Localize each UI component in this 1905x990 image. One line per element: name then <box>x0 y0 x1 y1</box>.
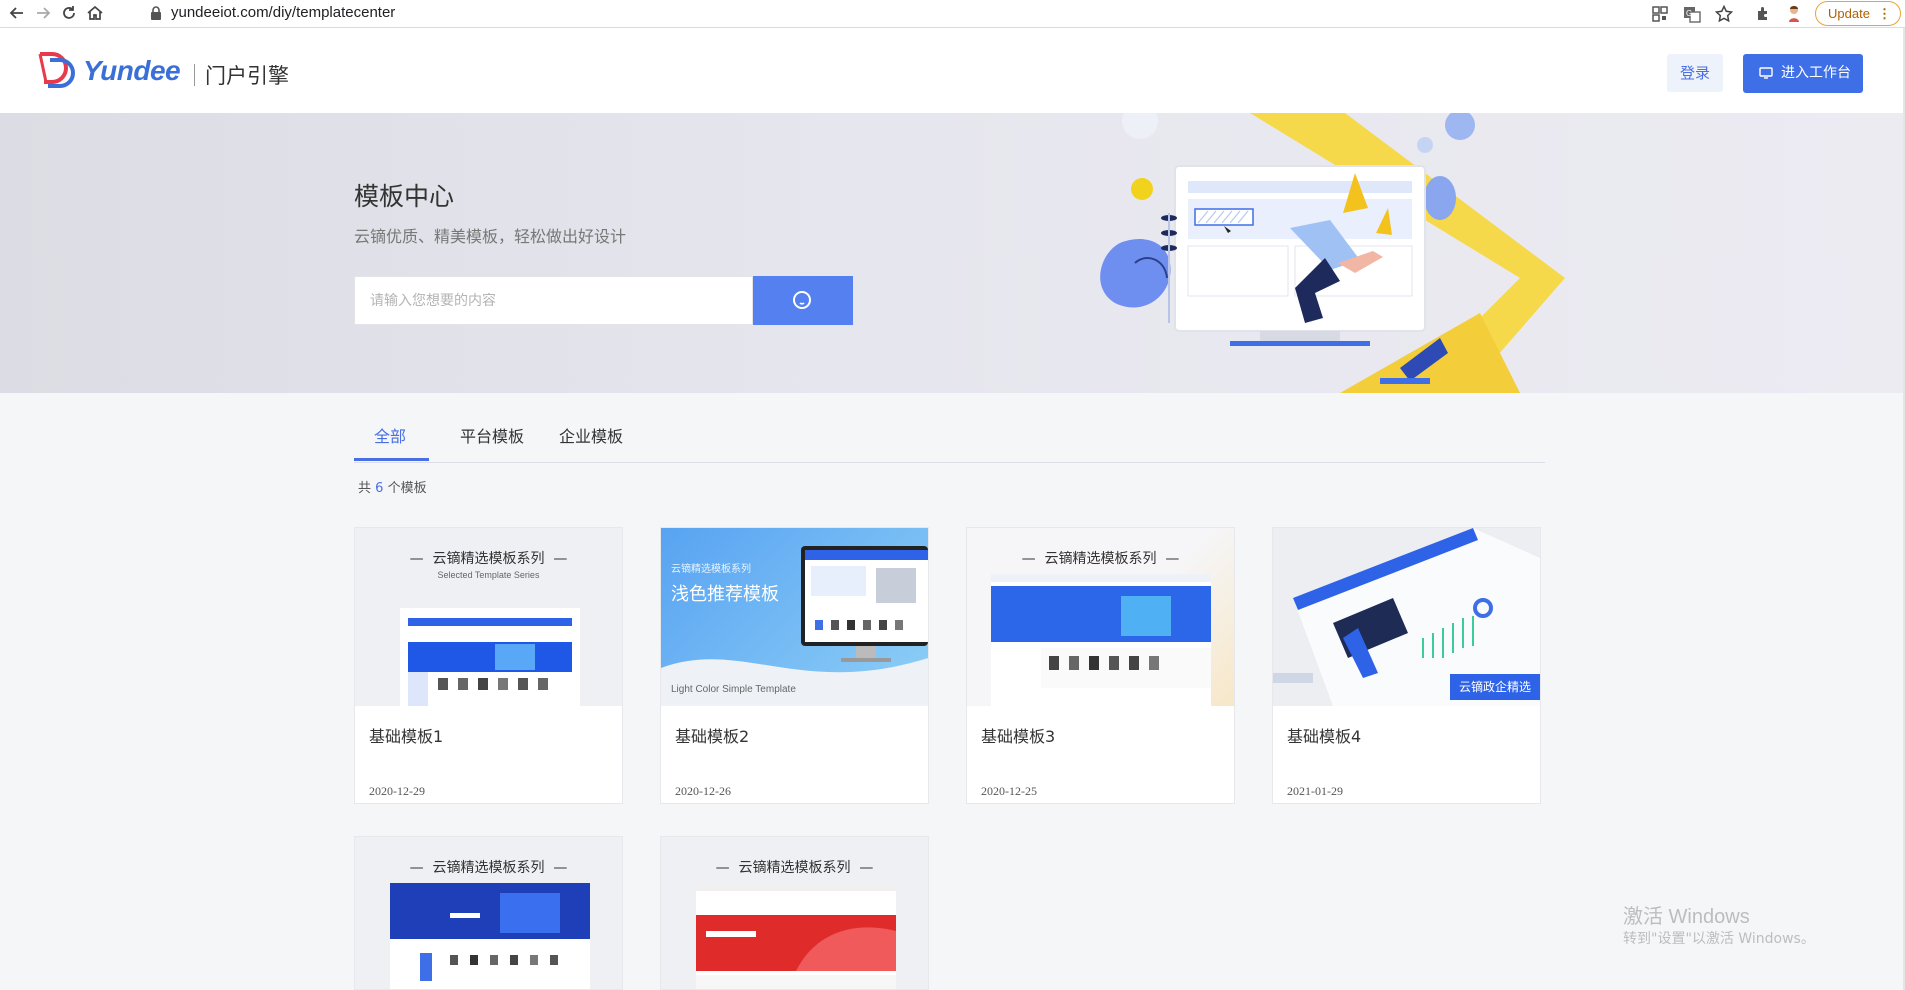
corner-label: 云镝政企精选 <box>1450 674 1540 700</box>
template-name[interactable]: 基础模板2 <box>675 723 749 747</box>
template-count: 共 6 个模板 <box>358 477 427 496</box>
enter-workbench-button[interactable]: 进入工作台 <box>1743 54 1863 93</box>
template-date: 2021-01-29 <box>1287 784 1343 798</box>
search-button[interactable] <box>753 276 853 325</box>
hero-banner: 模板中心 云镝优质、精美模板，轻松做出好设计 <box>0 113 1905 393</box>
page-title: 模板中心 <box>354 182 455 211</box>
browser-toolbar: yundeeiot.com/diy/templatecenter G Updat… <box>0 0 1905 28</box>
template-card[interactable]: 云镝精选模板系列 浅色推荐模板 Light Color Simple Templ… <box>660 527 929 804</box>
count-prefix: 共 <box>358 481 372 496</box>
page-subtitle: 云镝优质、精美模板，轻松做出好设计 <box>354 227 627 246</box>
series-title: — 云镝精选模板系列 — <box>1021 551 1180 567</box>
logo-subtitle: 门户引擎 <box>205 64 289 88</box>
count-number: 6 <box>375 481 384 496</box>
template-name[interactable]: 基础模板4 <box>1287 723 1361 747</box>
yundee-logo-icon <box>38 52 75 88</box>
mockup-preview <box>696 883 896 989</box>
logo-divider <box>194 64 195 86</box>
monitor-icon <box>1759 67 1773 79</box>
template-name[interactable]: 基础模板3 <box>981 723 1055 747</box>
mockup-preview <box>991 574 1211 706</box>
address-bar[interactable]: yundeeiot.com/diy/templatecenter <box>171 4 395 21</box>
svg-text:G: G <box>1686 9 1692 18</box>
logo-text[interactable]: Yundee <box>83 55 181 87</box>
template-thumbnail[interactable]: — 云镝精选模板系列 — Selected Template Series <box>355 528 622 706</box>
site-header: Yundee 门户引擎 登录 进入工作台 <box>0 28 1905 113</box>
tab-platform-templates[interactable]: 平台模板 <box>460 423 524 447</box>
star-icon[interactable] <box>1714 4 1734 24</box>
series-title: — 云镝精选模板系列 — <box>409 551 568 567</box>
search-input[interactable] <box>354 276 753 325</box>
profile-icon[interactable] <box>1784 4 1804 24</box>
template-name[interactable]: 基础模板1 <box>369 723 443 747</box>
translate-icon[interactable]: G <box>1682 4 1702 24</box>
template-card[interactable]: 云镝政企精选 基础模板4 2021-01-29 <box>1272 527 1541 804</box>
active-tab-indicator <box>354 458 429 461</box>
banner-illustration <box>1100 113 1565 393</box>
forward-icon[interactable] <box>33 3 53 23</box>
thumbnail-headline: 浅色推荐模板 <box>671 584 779 605</box>
template-date: 2020-12-29 <box>369 784 425 798</box>
template-thumbnail[interactable]: — 云镝精选模板系列 — <box>355 837 622 989</box>
windows-activation-hint: 转到"设置"以激活 Windows。 <box>1623 931 1815 947</box>
template-card[interactable]: — 云镝精选模板系列 — Selected Template Series 基础… <box>354 527 623 804</box>
extensions-icon[interactable] <box>1754 4 1774 24</box>
tab-enterprise-templates[interactable]: 企业模板 <box>559 423 623 447</box>
template-date: 2020-12-25 <box>981 784 1037 798</box>
template-thumbnail[interactable]: 云镝政企精选 <box>1273 528 1540 706</box>
template-date: 2020-12-26 <box>675 784 731 798</box>
template-thumbnail[interactable]: — 云镝精选模板系列 — <box>661 837 928 989</box>
monitor-mockup <box>801 546 928 662</box>
windows-activation-watermark: 激活 Windows <box>1623 906 1750 928</box>
update-button[interactable]: Update ⋮ <box>1815 1 1901 26</box>
series-small: 云镝精选模板系列 <box>671 564 751 575</box>
reload-icon[interactable] <box>59 3 79 23</box>
template-thumbnail[interactable]: — 云镝精选模板系列 — <box>967 528 1234 706</box>
template-card[interactable]: — 云镝精选模板系列 — <box>660 836 929 990</box>
template-thumbnail[interactable]: 云镝精选模板系列 浅色推荐模板 Light Color Simple Templ… <box>661 528 928 706</box>
workbench-label: 进入工作台 <box>1781 65 1851 81</box>
tab-all[interactable]: 全部 <box>374 423 406 447</box>
series-text: 云镝精选模板系列 <box>1044 551 1157 567</box>
mockup-preview <box>400 608 580 706</box>
template-card[interactable]: — 云镝精选模板系列 — <box>354 836 623 990</box>
thumbnail-footer: Light Color Simple Template <box>671 684 796 695</box>
series-title: — 云镝精选模板系列 — <box>715 860 874 876</box>
qr-icon[interactable] <box>1650 4 1670 24</box>
search-icon <box>793 291 811 309</box>
menu-dots-icon[interactable]: ⋮ <box>1878 2 1891 25</box>
login-button[interactable]: 登录 <box>1667 54 1723 92</box>
series-text: 云镝精选模板系列 <box>738 860 851 876</box>
back-icon[interactable] <box>7 3 27 23</box>
template-card[interactable]: — 云镝精选模板系列 — 基础模板3 2020-12-25 <box>966 527 1235 804</box>
series-subtitle: Selected Template Series <box>437 570 540 580</box>
series-title: — 云镝精选模板系列 — <box>409 860 568 876</box>
category-tabs: 全部 平台模板 企业模板 <box>354 400 1545 463</box>
update-label: Update <box>1828 6 1870 21</box>
lock-icon <box>151 6 161 20</box>
series-text: 云镝精选模板系列 <box>432 860 545 876</box>
mockup-preview <box>390 883 590 989</box>
home-icon[interactable] <box>85 3 105 23</box>
series-text: 云镝精选模板系列 <box>432 551 545 567</box>
count-suffix: 个模板 <box>387 481 427 496</box>
